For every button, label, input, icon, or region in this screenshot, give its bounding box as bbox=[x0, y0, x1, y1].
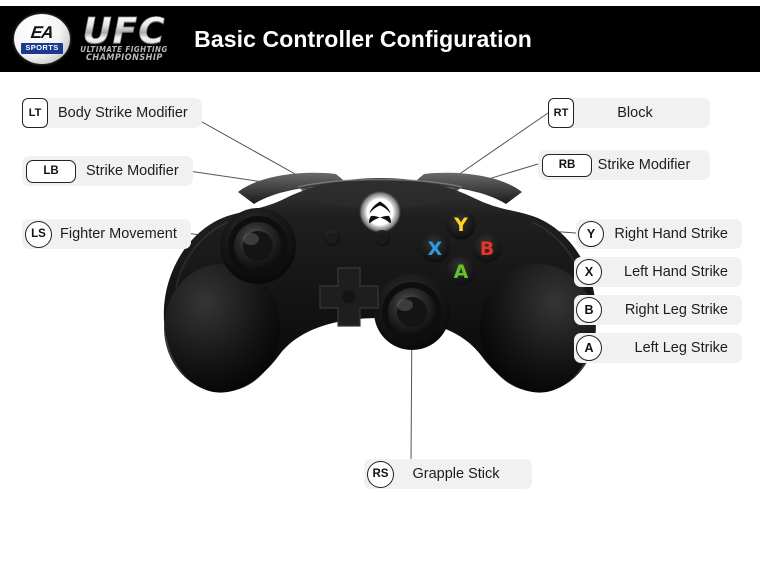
badge-slot-x: X bbox=[574, 259, 602, 285]
menu-button[interactable] bbox=[374, 230, 390, 246]
ufc-wordmark: UFC bbox=[82, 11, 166, 52]
callout-label-rs: Grapple Stick bbox=[412, 465, 500, 482]
ufc-logo: UFC ULTIMATE FIGHTING CHAMPIONSHIP bbox=[78, 11, 170, 64]
left-stick[interactable] bbox=[220, 208, 296, 284]
diagram-page: EA SPORTS UFC ULTIMATE FIGHTING CHAMPION… bbox=[0, 0, 760, 569]
face-button-b[interactable]: B bbox=[472, 233, 502, 263]
face-button-y[interactable]: Y bbox=[446, 210, 476, 240]
button-badge-rt: RT bbox=[548, 98, 574, 128]
badge-slot-ls: LS bbox=[22, 220, 52, 248]
badge-slot-rs: RS bbox=[364, 460, 394, 488]
button-badge-y: Y bbox=[578, 221, 604, 247]
callout-a[interactable]: A Left Leg Strike bbox=[574, 333, 742, 363]
callout-rb[interactable]: RB Strike Modifier bbox=[538, 150, 710, 180]
right-stick[interactable] bbox=[374, 274, 450, 350]
ea-logo-sports-text: SPORTS bbox=[21, 43, 63, 54]
callout-lb[interactable]: LB Strike Modifier bbox=[22, 156, 193, 186]
callout-ls[interactable]: LS Fighter Movement bbox=[22, 219, 191, 249]
callout-rt[interactable]: RT Block bbox=[548, 98, 710, 128]
button-badge-ls: LS bbox=[25, 220, 52, 248]
ufc-subtitle-line2: CHAMPIONSHIP bbox=[85, 53, 163, 64]
callout-label-lb: Strike Modifier bbox=[86, 162, 179, 179]
badge-slot-rb: RB bbox=[538, 153, 592, 177]
brand-logos: EA SPORTS UFC ULTIMATE FIGHTING CHAMPION… bbox=[0, 6, 170, 72]
badge-slot-rt: RT bbox=[548, 98, 574, 128]
callout-label-ls: Fighter Movement bbox=[60, 225, 177, 242]
callout-label-a: Left Leg Strike bbox=[634, 339, 729, 356]
badge-slot-y: Y bbox=[576, 221, 604, 247]
badge-slot-lt: LT bbox=[22, 98, 48, 128]
header-bar: EA SPORTS UFC ULTIMATE FIGHTING CHAMPION… bbox=[0, 6, 760, 72]
callout-label-rb: Strike Modifier bbox=[597, 156, 691, 173]
button-badge-lb: LB bbox=[26, 159, 76, 183]
callout-label-x: Left Hand Strike bbox=[624, 263, 728, 280]
ea-sports-logo: EA SPORTS bbox=[14, 14, 70, 64]
button-badge-a: A bbox=[576, 335, 602, 361]
svg-text:Y: Y bbox=[453, 214, 468, 236]
button-badge-x: X bbox=[576, 259, 602, 285]
badge-slot-a: A bbox=[574, 335, 602, 361]
button-badge-rb: RB bbox=[542, 153, 592, 177]
xbox-guide-button[interactable] bbox=[359, 191, 401, 233]
callout-label-y: Right Hand Strike bbox=[614, 225, 728, 242]
face-button-a[interactable]: A bbox=[446, 256, 476, 286]
callout-y[interactable]: Y Right Hand Strike bbox=[576, 219, 742, 249]
callout-lt[interactable]: LT Body Strike Modifier bbox=[22, 98, 202, 128]
badge-slot-b: B bbox=[574, 297, 602, 323]
callout-rs[interactable]: RS Grapple Stick bbox=[364, 459, 532, 489]
callout-label-lt: Body Strike Modifier bbox=[58, 104, 188, 121]
button-badge-lt: LT bbox=[22, 98, 48, 128]
svg-text:X: X bbox=[428, 238, 443, 260]
svg-text:A: A bbox=[454, 261, 469, 283]
button-badge-b: B bbox=[576, 297, 602, 323]
svg-text:B: B bbox=[480, 238, 494, 260]
badge-slot-lb: LB bbox=[22, 159, 76, 183]
button-badge-rs: RS bbox=[367, 460, 394, 488]
ea-logo-mark: EA bbox=[29, 23, 55, 43]
page-title: Basic Controller Configuration bbox=[194, 25, 532, 52]
callout-b[interactable]: B Right Leg Strike bbox=[574, 295, 742, 325]
xbox-controller-image: Y X B A bbox=[150, 168, 610, 403]
callout-x[interactable]: X Left Hand Strike bbox=[574, 257, 742, 287]
view-button[interactable] bbox=[324, 230, 340, 246]
callout-label-b: Right Leg Strike bbox=[624, 301, 728, 318]
callout-label-rt: Block bbox=[617, 104, 653, 121]
face-button-x[interactable]: X bbox=[420, 233, 450, 263]
